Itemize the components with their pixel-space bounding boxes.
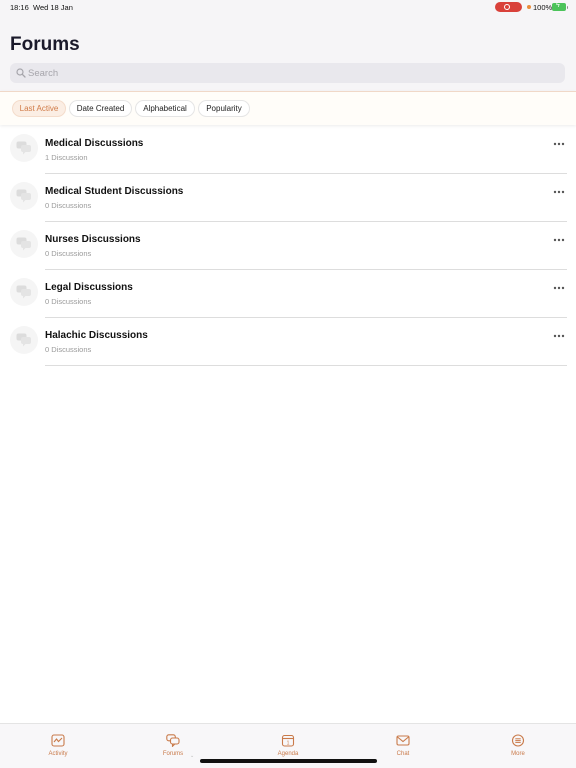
tab-more[interactable]: More (488, 724, 548, 768)
battery-icon: ϟ (552, 2, 568, 11)
filter-chip-date-created[interactable]: Date Created (69, 100, 132, 117)
filter-chip-last-active[interactable]: Last Active (12, 100, 66, 117)
forum-row-nurses[interactable]: Nurses Discussions 0 Discussions (0, 222, 576, 270)
home-indicator[interactable] (200, 759, 377, 763)
more-options-icon[interactable] (551, 331, 567, 341)
filter-chip-popularity[interactable]: Popularity (198, 100, 250, 117)
forum-row-medical[interactable]: Medical Discussions 1 Discussion (0, 126, 576, 174)
forum-title: Medical Student Discussions (45, 186, 184, 197)
svg-text:1: 1 (287, 741, 290, 747)
activity-icon (51, 734, 65, 747)
forum-chat-icon (16, 189, 31, 203)
battery-percentage: 100% (533, 3, 553, 12)
forum-chat-icon (16, 285, 31, 299)
forum-title: Medical Discussions (45, 138, 144, 149)
search-input[interactable] (28, 66, 548, 80)
more-options-icon[interactable] (551, 235, 567, 245)
more-options-icon[interactable] (551, 139, 567, 149)
calendar-icon: 1 (281, 734, 295, 747)
forum-title: Nurses Discussions (45, 234, 141, 245)
status-bar: 18:16 Wed 18 Jan 100% ϟ (0, 0, 576, 16)
forum-row-halachic[interactable]: Halachic Discussions 0 Discussions (0, 318, 576, 366)
filter-chip-alphabetical[interactable]: Alphabetical (135, 100, 195, 117)
forum-chat-icon (16, 333, 31, 347)
forum-avatar (10, 278, 38, 306)
forum-discussion-count: 0 Discussions (45, 249, 92, 258)
envelope-icon (396, 735, 410, 746)
tab-label: Agenda (277, 751, 299, 757)
forum-chat-icon (16, 141, 31, 155)
status-time: 18:16 (10, 3, 29, 12)
forum-discussion-count: 0 Discussions (45, 201, 92, 210)
forums-icon (166, 734, 180, 747)
forum-avatar (10, 134, 38, 162)
forum-row-legal[interactable]: Legal Discussions 0 Discussions (0, 270, 576, 318)
forum-avatar (10, 230, 38, 258)
tab-chat[interactable]: Chat (373, 724, 433, 768)
forum-avatar (10, 182, 38, 210)
tab-activity[interactable]: Activity (28, 724, 88, 768)
forum-row-medical-student[interactable]: Medical Student Discussions 0 Discussion… (0, 174, 576, 222)
menu-icon (511, 734, 525, 747)
more-options-icon[interactable] (551, 187, 567, 197)
forum-discussion-count: 0 Discussions (45, 345, 92, 354)
more-options-icon[interactable] (551, 283, 567, 293)
sort-filter-bar: Last Active Date Created Alphabetical Po… (0, 91, 576, 125)
tab-forums[interactable]: Forums ⌄ (143, 724, 203, 768)
forum-title: Legal Discussions (45, 282, 133, 293)
page-title: Forums (10, 34, 80, 55)
search-bar[interactable] (10, 63, 565, 83)
forum-discussion-count: 0 Discussions (45, 297, 92, 306)
forum-discussion-count: 1 Discussion (45, 153, 88, 162)
tab-label: More (511, 751, 525, 757)
tab-label: Chat (396, 751, 410, 757)
screen-recording-icon[interactable] (495, 2, 522, 12)
tab-label: Activity (48, 751, 68, 757)
chevron-down-icon: ⌄ (190, 753, 195, 759)
search-icon (16, 68, 26, 78)
row-divider (45, 365, 567, 366)
forum-title: Halachic Discussions (45, 330, 148, 341)
forum-chat-icon (16, 237, 31, 251)
forum-avatar (10, 326, 38, 354)
status-date: Wed 18 Jan (33, 3, 73, 12)
privacy-indicator-icon (527, 5, 531, 9)
